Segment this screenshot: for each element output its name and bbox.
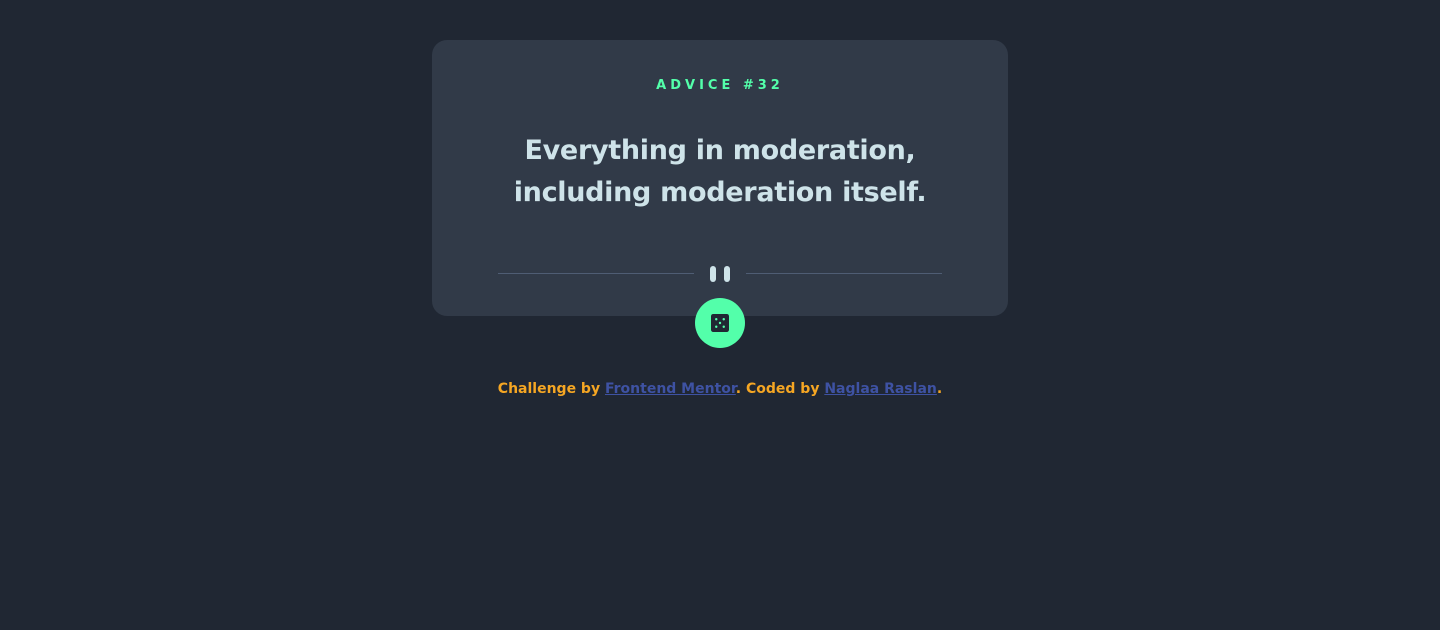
page: ADVICE #32 Everything in moderation, inc… <box>0 0 1440 630</box>
advice-quote: Everything in moderation, including mode… <box>513 135 927 208</box>
frontend-mentor-link[interactable]: Frontend Mentor <box>605 381 736 397</box>
pattern-divider <box>498 265 942 283</box>
advice-number-label: ADVICE #32 <box>656 78 784 93</box>
coded-by-prefix: . Coded by <box>735 381 820 397</box>
divider-line-left <box>498 273 694 274</box>
pause-icon <box>710 266 730 282</box>
author-link[interactable]: Naglaa Raslan <box>824 381 937 397</box>
attribution: Challenge by Frontend Mentor. Coded by N… <box>0 381 1440 397</box>
challenge-prefix: Challenge by <box>497 381 601 397</box>
attribution-period: . <box>936 381 943 397</box>
divider-line-right <box>746 273 942 274</box>
dice-icon <box>711 314 729 332</box>
advice-card: ADVICE #32 Everything in moderation, inc… <box>432 40 1008 316</box>
generate-advice-button[interactable] <box>695 298 745 348</box>
